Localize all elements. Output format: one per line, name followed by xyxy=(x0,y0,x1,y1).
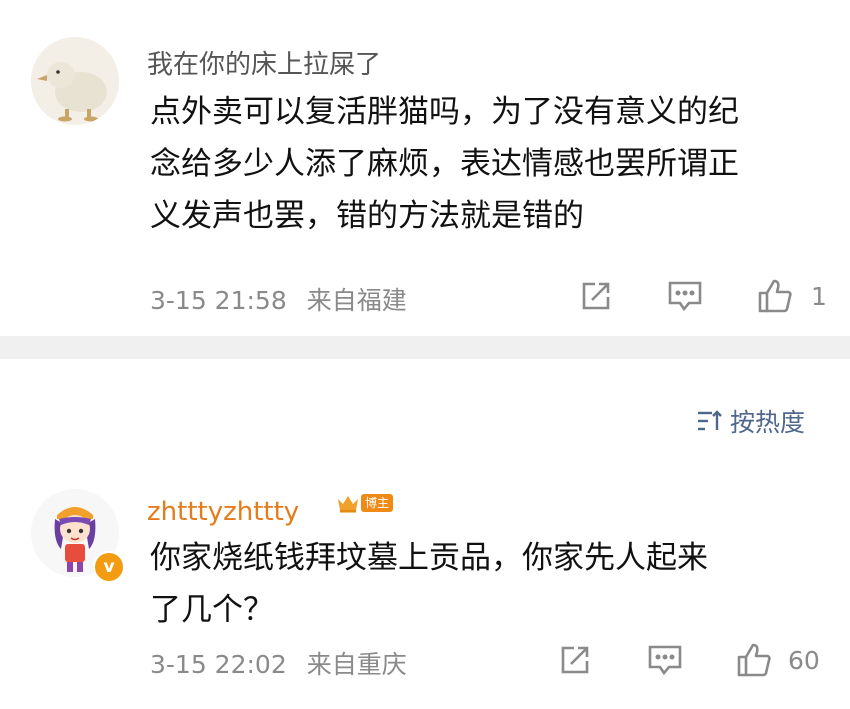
comment-location: 来自重庆 xyxy=(306,650,407,679)
share-button[interactable] xyxy=(558,643,592,677)
comment-time: 3-15 21:58 xyxy=(150,286,287,315)
sort-label: 按热度 xyxy=(730,408,806,437)
comment-text-line: 你家烧纸钱拜坟墓上贡品，你家先人起来 xyxy=(150,540,708,576)
thumbs-up-icon xyxy=(758,279,792,313)
comment-text-line: 念给多少人添了麻烦，表达情感也罢所谓正 xyxy=(150,146,739,182)
comment-text-line: 了几个？ xyxy=(150,592,274,628)
comment-item: 我在你的床上拉屎了 点外卖可以复活胖猫吗，为了没有意义的纪 念给多少人添了麻烦，… xyxy=(0,0,850,336)
comment-meta: 3-15 22:02 来自重庆 xyxy=(150,645,407,681)
weibo-comments-page: 我在你的床上拉屎了 点外卖可以复活胖猫吗，为了没有意义的纪 念给多少人添了麻烦，… xyxy=(0,0,850,709)
share-icon xyxy=(561,646,589,674)
comment-item: v zhtttyzhttty 你家烧纸钱拜坟墓上贡品，你家先人起来 了几个？ 3… xyxy=(0,473,850,709)
blogger-badge: 博主 xyxy=(336,493,394,513)
comment-username[interactable]: 我在你的床上拉屎了 xyxy=(147,44,381,81)
comment-text: 你家烧纸钱拜坟墓上贡品，你家先人起来 了几个？ xyxy=(150,532,708,636)
section-divider xyxy=(0,336,850,359)
avatar[interactable] xyxy=(31,37,119,125)
comment-text-line: 点外卖可以复活胖猫吗，为了没有意义的纪 xyxy=(150,94,739,130)
comment-icon xyxy=(648,645,682,676)
share-icon xyxy=(582,282,610,310)
crown-icon xyxy=(338,496,358,513)
reply-button[interactable] xyxy=(647,643,683,677)
comment-username[interactable]: zhtttyzhttty xyxy=(147,497,299,527)
sort-by-popularity-button[interactable]: 按热度 xyxy=(696,403,805,439)
thumbs-up-icon xyxy=(737,643,771,677)
like-count: 60 xyxy=(788,645,820,675)
reply-button[interactable] xyxy=(667,279,703,313)
blogger-label: 博主 xyxy=(361,494,394,512)
verified-badge: v xyxy=(93,551,125,583)
duck-avatar-icon xyxy=(31,37,119,125)
comment-icon xyxy=(668,281,702,312)
comment-location: 来自福建 xyxy=(306,286,407,315)
comment-meta: 3-15 21:58 来自福建 xyxy=(150,281,407,317)
like-button[interactable]: 60 xyxy=(736,642,820,678)
comment-text: 点外卖可以复活胖猫吗，为了没有意义的纪 念给多少人添了麻烦，表达情感也罢所谓正 … xyxy=(150,86,739,242)
share-button[interactable] xyxy=(579,279,613,313)
comment-text-line: 义发声也罢，错的方法就是错的 xyxy=(150,198,584,234)
sort-lines-icon xyxy=(698,410,722,431)
comment-time: 3-15 22:02 xyxy=(150,650,287,679)
like-count: 1 xyxy=(811,281,827,311)
like-button[interactable]: 1 xyxy=(757,278,827,314)
avatar[interactable]: v xyxy=(31,489,125,583)
